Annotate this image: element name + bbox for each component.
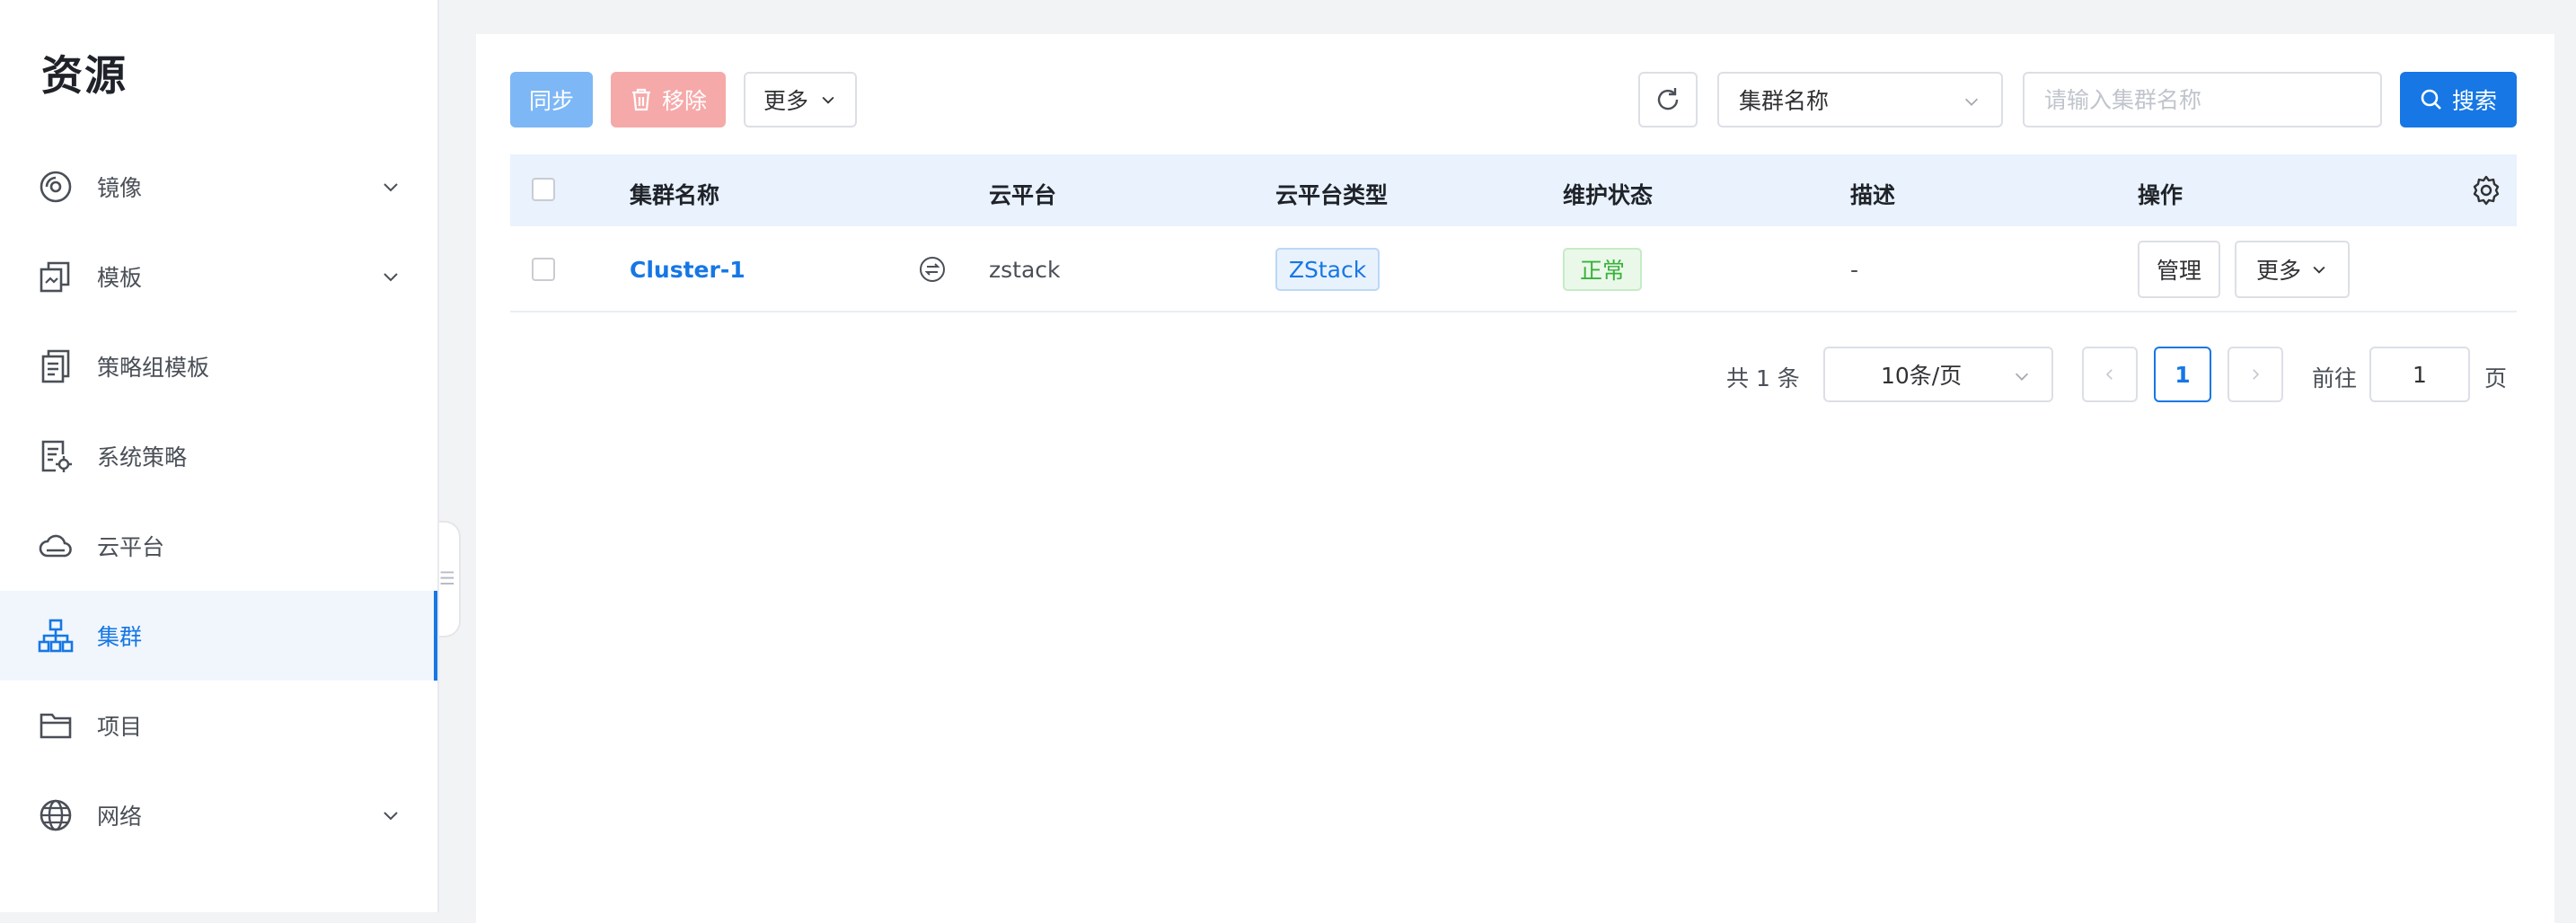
column-header-cluster-name: 集群名称 bbox=[630, 182, 720, 208]
folder-icon bbox=[40, 713, 72, 739]
sidebar-item-label: 云平台 bbox=[97, 534, 165, 560]
page-size-select[interactable]: 10条/页 bbox=[1823, 347, 2053, 402]
chevron-down-icon bbox=[1964, 98, 1979, 106]
document-list-icon bbox=[41, 349, 70, 383]
sidebar-item-label: 策略组模板 bbox=[97, 355, 210, 381]
sidebar-item-system-policies[interactable]: 系统策略 bbox=[0, 411, 437, 501]
search-button[interactable]: 搜索 bbox=[2400, 72, 2517, 127]
search-icon bbox=[2421, 89, 2441, 110]
sidebar-item-images[interactable]: 镜像 bbox=[0, 142, 437, 232]
main-panel: 同步 移除 更多 集群名称 搜索 集群名称 云平台 云平台类型 维护状态 描述 … bbox=[476, 34, 2554, 923]
description-cell: - bbox=[1850, 257, 1859, 283]
table-row: Cluster-1 zstack ZStack 正常 - 管理 更多 bbox=[510, 226, 2517, 312]
gear-icon[interactable] bbox=[2470, 174, 2502, 207]
chevron-down-icon bbox=[2313, 266, 2325, 274]
column-header-platform: 云平台 bbox=[989, 182, 1057, 208]
page-suffix: 页 bbox=[2484, 365, 2508, 391]
globe-icon bbox=[40, 799, 72, 831]
remove-button[interactable]: 移除 bbox=[611, 72, 726, 127]
sidebar-title: 资源 bbox=[41, 51, 128, 100]
row-checkbox[interactable] bbox=[532, 258, 555, 281]
document-gear-icon bbox=[41, 440, 72, 472]
sidebar-item-label: 模板 bbox=[97, 265, 143, 291]
page-size-value: 10条/页 bbox=[1881, 363, 1963, 389]
column-header-description: 描述 bbox=[1850, 182, 1896, 208]
sidebar-item-label: 集群 bbox=[97, 624, 143, 650]
search-field-select[interactable]: 集群名称 bbox=[1717, 72, 2003, 127]
select-all-checkbox[interactable] bbox=[532, 178, 555, 201]
sync-status-icon bbox=[920, 257, 945, 282]
row-more-button-label: 更多 bbox=[2255, 258, 2301, 284]
page-number-current[interactable]: 1 bbox=[2154, 347, 2211, 402]
refresh-button[interactable] bbox=[1638, 72, 1698, 127]
more-button[interactable]: 更多 bbox=[744, 72, 857, 127]
more-button-label: 更多 bbox=[763, 88, 808, 114]
sidebar-item-label: 系统策略 bbox=[97, 444, 188, 470]
search-field-select-value: 集群名称 bbox=[1739, 88, 1830, 114]
chevron-right-icon bbox=[2253, 369, 2260, 380]
sidebar: 资源 镜像 模板 策略组模板 系统策略 云平台 集群 项目 网络 bbox=[0, 0, 439, 912]
chevron-down-icon bbox=[2015, 373, 2029, 381]
sidebar-item-cloud-platforms[interactable]: 云平台 bbox=[0, 501, 437, 591]
chevron-down-icon bbox=[822, 96, 834, 104]
platform-type-tag: ZStack bbox=[1275, 248, 1380, 291]
sync-button[interactable]: 同步 bbox=[510, 72, 593, 127]
refresh-icon bbox=[1657, 88, 1679, 110]
column-header-actions: 操作 bbox=[2138, 182, 2183, 208]
cluster-name-link[interactable]: Cluster-1 bbox=[630, 257, 745, 283]
sidebar-item-label: 项目 bbox=[97, 714, 143, 740]
column-header-maintenance-status: 维护状态 bbox=[1563, 182, 1654, 208]
cluster-icon bbox=[38, 619, 74, 653]
pagination-total: 共 1 条 bbox=[1726, 365, 1800, 391]
column-header-platform-type: 云平台类型 bbox=[1275, 182, 1389, 208]
goto-page-input[interactable]: 1 bbox=[2369, 347, 2470, 402]
table-header: 集群名称 云平台 云平台类型 维护状态 描述 操作 bbox=[510, 154, 2517, 226]
cloud-icon bbox=[39, 534, 72, 558]
platform-cell: zstack bbox=[989, 257, 1061, 283]
sidebar-item-policy-group-templates[interactable]: 策略组模板 bbox=[0, 321, 437, 411]
chevron-down-icon bbox=[384, 183, 398, 192]
search-input[interactable] bbox=[2023, 72, 2382, 127]
sidebar-item-label: 网络 bbox=[97, 804, 143, 830]
collapse-icon: ☰ bbox=[439, 567, 455, 589]
sidebar-item-label: 镜像 bbox=[97, 175, 143, 201]
remove-button-label: 移除 bbox=[661, 88, 707, 114]
goto-label: 前往 bbox=[2312, 365, 2358, 391]
template-icon bbox=[40, 261, 70, 293]
chevron-left-icon bbox=[2105, 369, 2113, 380]
sidebar-item-clusters[interactable]: 集群 bbox=[0, 591, 437, 681]
row-more-button[interactable]: 更多 bbox=[2235, 241, 2350, 298]
status-badge: 正常 bbox=[1563, 248, 1642, 291]
search-button-label: 搜索 bbox=[2451, 88, 2497, 114]
disc-icon bbox=[40, 171, 72, 203]
sync-button-label: 同步 bbox=[528, 88, 574, 114]
sidebar-collapse-handle[interactable]: ☰ bbox=[439, 521, 461, 637]
sidebar-item-templates[interactable]: 模板 bbox=[0, 232, 437, 321]
prev-page-button[interactable] bbox=[2082, 347, 2138, 402]
sidebar-item-network[interactable]: 网络 bbox=[0, 770, 437, 860]
chevron-down-icon bbox=[384, 273, 398, 282]
chevron-down-icon bbox=[384, 812, 398, 821]
next-page-button[interactable] bbox=[2228, 347, 2283, 402]
manage-button[interactable]: 管理 bbox=[2138, 241, 2220, 298]
trash-icon bbox=[631, 88, 650, 111]
sidebar-item-projects[interactable]: 项目 bbox=[0, 681, 437, 770]
